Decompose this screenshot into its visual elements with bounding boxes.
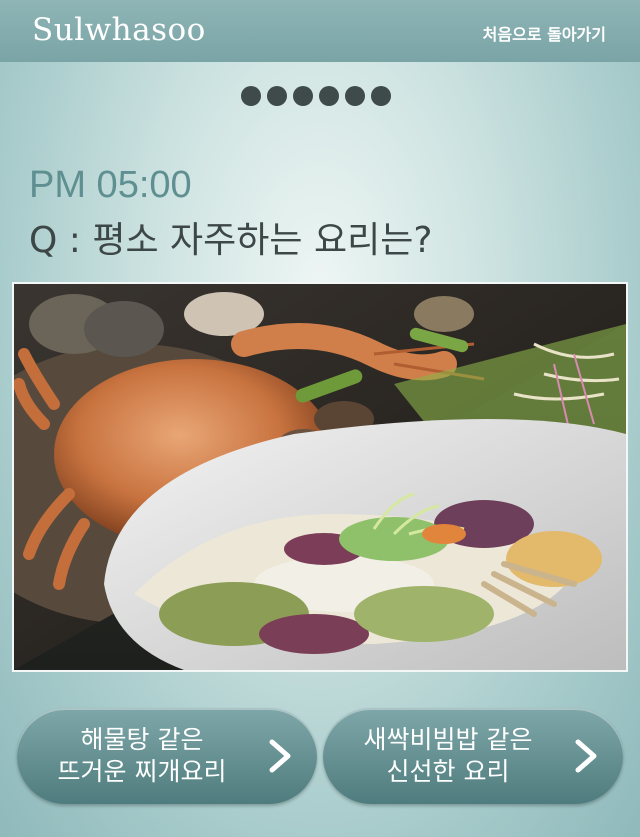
chevron-right-icon — [269, 739, 291, 773]
progress-dot — [241, 86, 261, 106]
food-photo — [14, 284, 626, 670]
progress-dot — [371, 86, 391, 106]
brand-logo[interactable]: Sulwhasoo — [32, 12, 206, 48]
progress-dot — [293, 86, 313, 106]
back-to-start-link[interactable]: 처음으로 돌아가기 — [483, 21, 606, 45]
food-photo-illustration — [14, 284, 626, 670]
top-header: Sulwhasoo 처음으로 돌아가기 — [0, 0, 640, 62]
choice-label: 해물탕 같은 뜨거운 찌개요리 — [17, 724, 267, 788]
chevron-right-icon — [575, 739, 597, 773]
time-label: PM 05:00 — [29, 164, 192, 206]
progress-dot — [319, 86, 339, 106]
question-title: Q : 평소 자주하는 요리는? — [29, 220, 433, 261]
progress-dot — [345, 86, 365, 106]
choice-label-line1: 새싹비빔밥 같은 — [363, 725, 533, 754]
fresh-dish-choice-button[interactable]: 새싹비빔밥 같은 신선한 요리 — [323, 708, 623, 804]
choice-label-line2: 신선한 요리 — [386, 757, 510, 786]
hot-stew-choice-button[interactable]: 해물탕 같은 뜨거운 찌개요리 — [17, 708, 317, 804]
choice-label-line2: 뜨거운 찌개요리 — [57, 757, 227, 786]
progress-indicator — [241, 86, 391, 106]
food-photo-frame — [12, 282, 628, 672]
progress-dot — [267, 86, 287, 106]
choice-label-line1: 해물탕 같은 — [80, 725, 204, 754]
choice-label: 새싹비빔밥 같은 신선한 요리 — [323, 724, 573, 788]
